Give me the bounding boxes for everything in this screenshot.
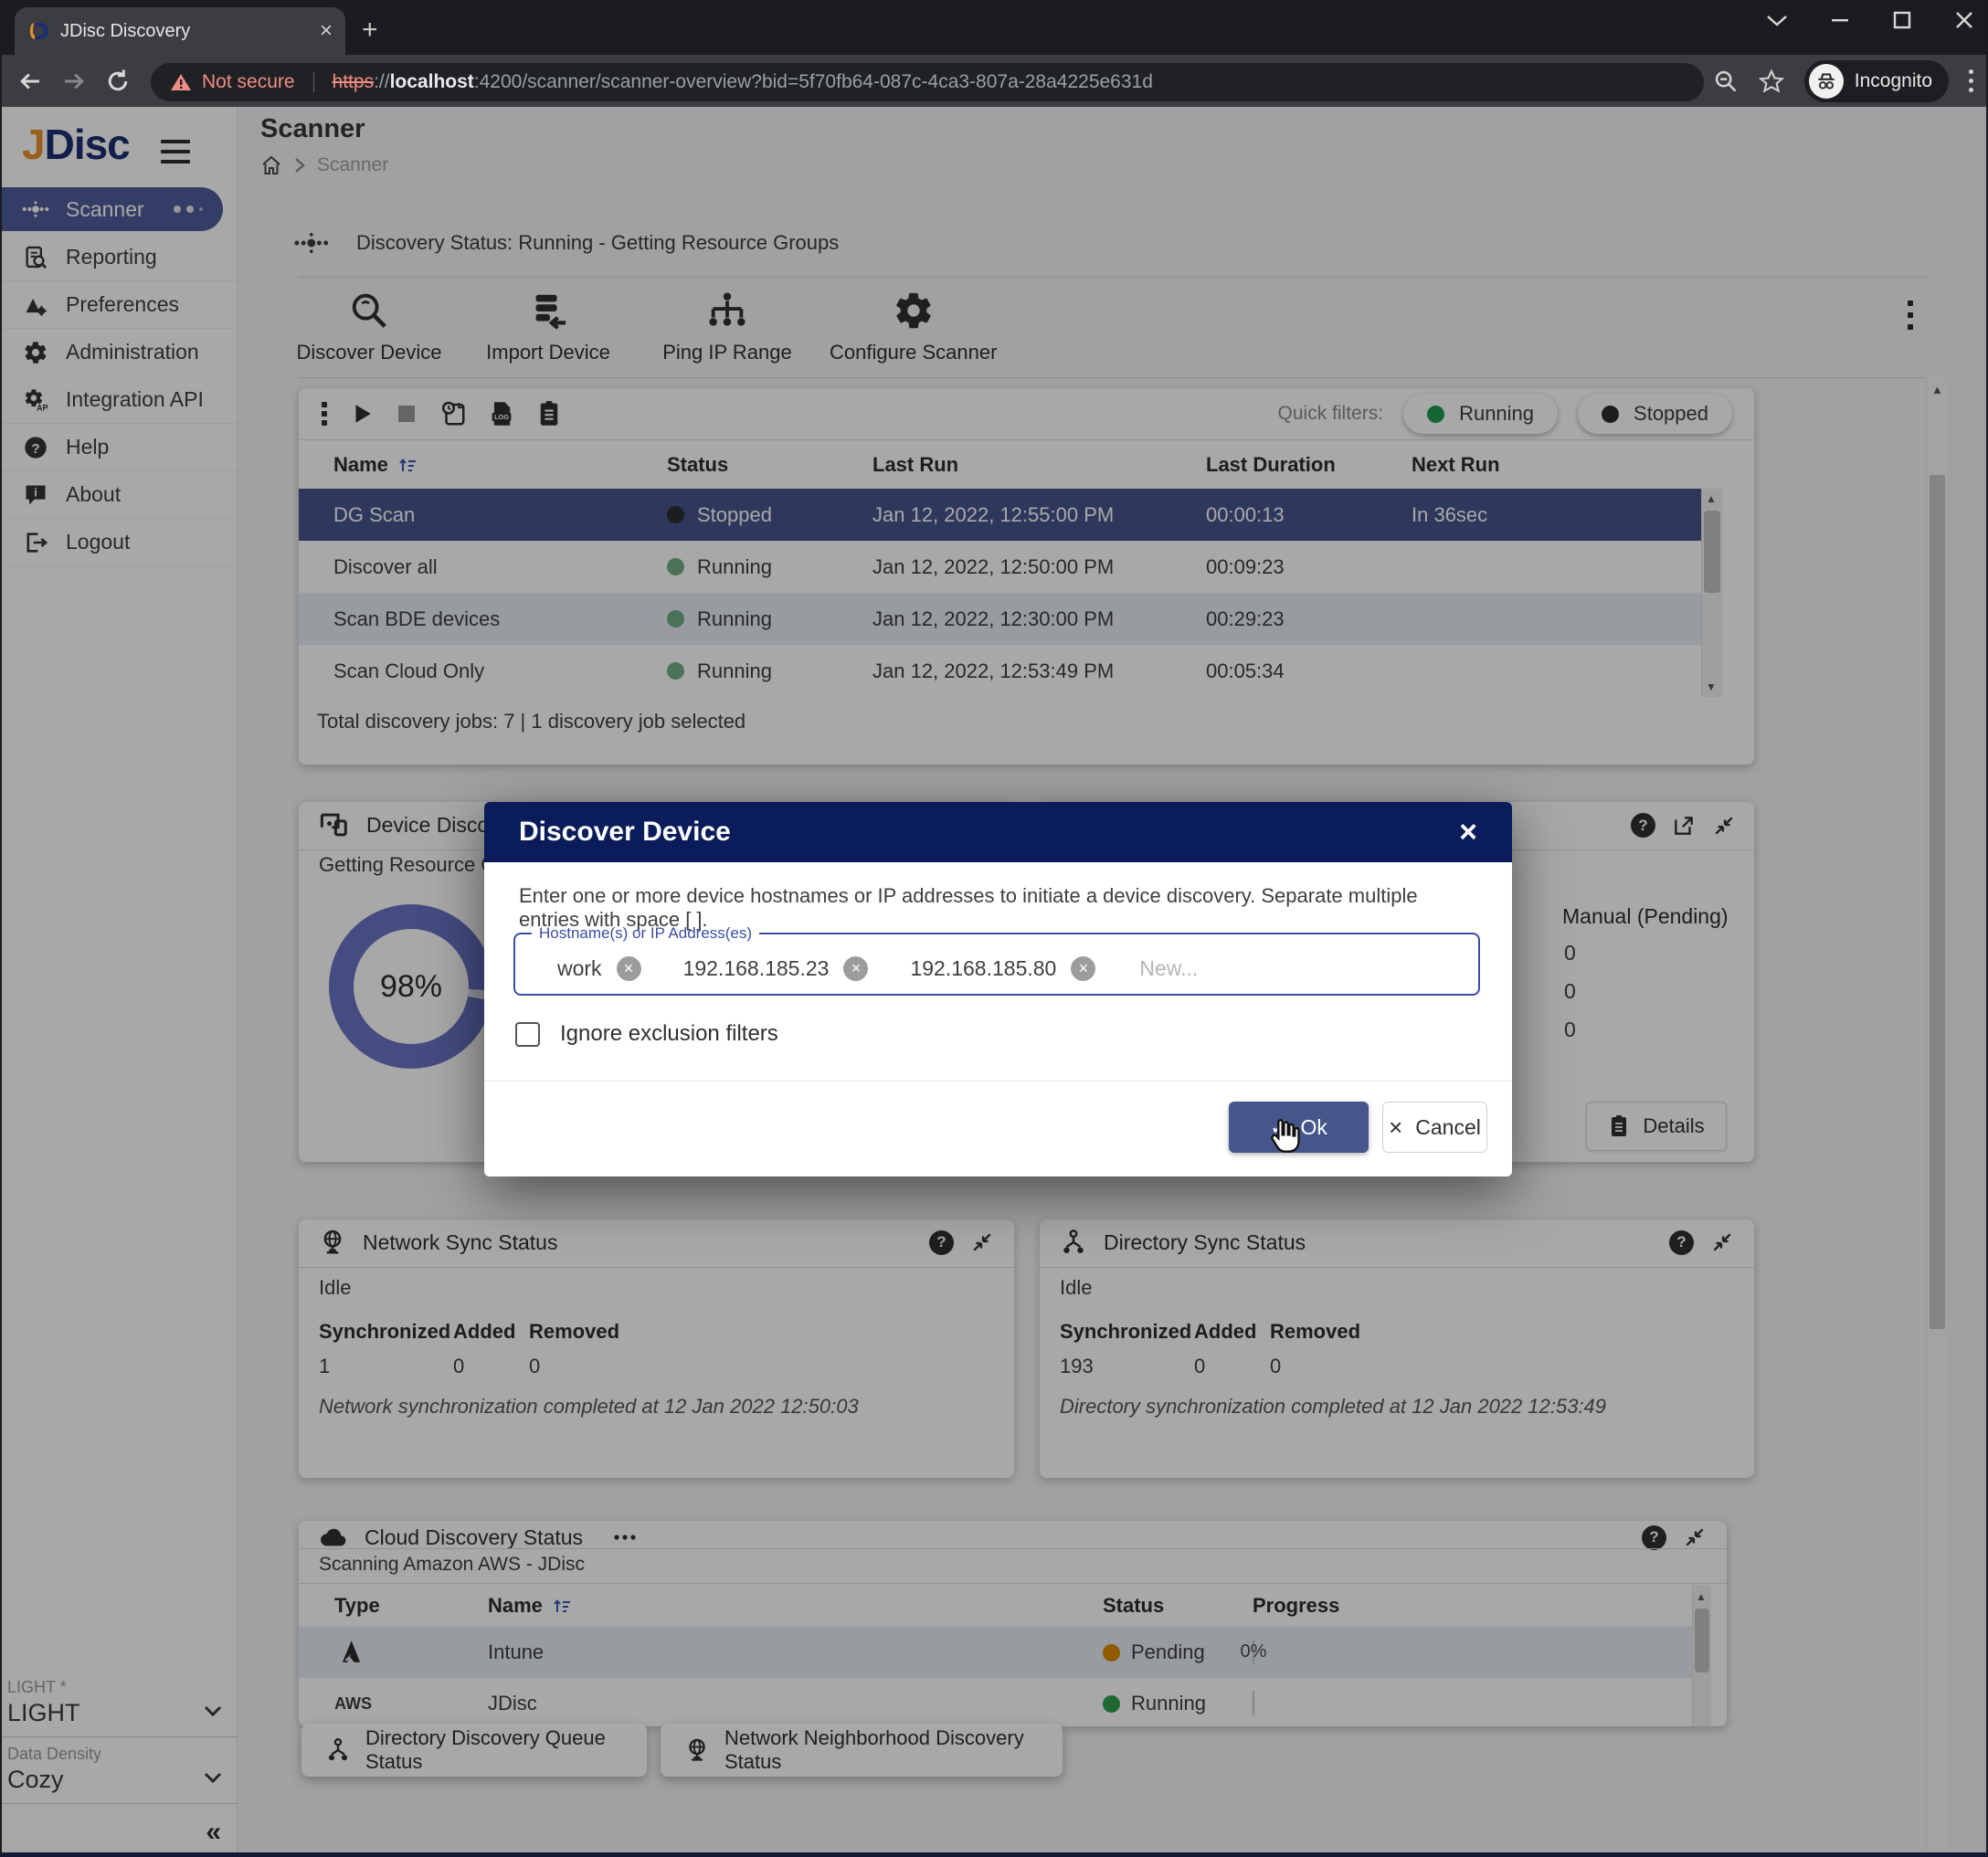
browser-menu-icon[interactable] [1969,69,1973,92]
zoom-icon[interactable] [1713,69,1739,94]
tab-strip: JDisc Discovery × + [0,0,1988,55]
back-icon[interactable] [16,68,44,95]
url-bar[interactable]: Not secure https://localhost:4200/scanne… [151,63,1704,101]
hostname-chip[interactable]: work × [557,956,641,981]
url-divider [313,72,314,92]
tab-close-icon[interactable]: × [320,18,333,44]
ignore-filters-row: Ignore exclusion filters [515,1021,778,1047]
window-chevron-icon[interactable] [1765,13,1789,27]
browser-tab[interactable]: JDisc Discovery × [15,7,345,55]
browser-toolbar: Not secure https://localhost:4200/scanne… [0,55,1988,107]
bookmark-star-icon[interactable] [1759,69,1784,94]
tab-title: JDisc Discovery [60,21,309,42]
new-hostname-input[interactable] [1137,955,1342,982]
incognito-badge[interactable]: Incognito [1804,60,1949,102]
dialog-header: Discover Device × [484,802,1512,862]
x-icon: × [1389,1113,1402,1142]
ignore-filters-checkbox[interactable] [515,1022,540,1047]
incognito-icon [1809,64,1844,99]
window-close-icon[interactable] [1953,9,1975,31]
remove-chip-icon[interactable]: × [843,956,868,981]
cancel-button[interactable]: × Cancel [1382,1102,1487,1153]
incognito-label: Incognito [1855,70,1932,92]
hostnames-field[interactable]: Hostname(s) or IP Address(es) work × 192… [513,924,1480,996]
hostname-chip[interactable]: 192.168.185.23 × [683,956,869,981]
remove-chip-icon[interactable]: × [617,956,641,981]
hostname-chip[interactable]: 192.168.185.80 × [910,956,1095,981]
favicon-jdisc [27,20,49,42]
not-secure-warning-icon[interactable] [169,71,193,93]
hostname-chips: work × 192.168.185.23 × 192.168.185.80 × [557,955,1342,982]
remove-chip-icon[interactable]: × [1071,956,1095,981]
hostnames-field-label: Hostname(s) or IP Address(es) [532,924,759,943]
discover-device-dialog: Discover Device × Enter one or more devi… [484,802,1512,1176]
window-minimize-icon[interactable] [1829,9,1851,31]
ignore-filters-label: Ignore exclusion filters [560,1021,778,1047]
browser-chrome: JDisc Discovery × + Not secure https://l… [0,0,1988,107]
close-icon[interactable]: × [1459,817,1477,848]
url-text: https://localhost:4200/scanner/scanner-o… [333,71,1153,93]
reload-icon[interactable] [104,68,132,95]
not-secure-label: Not secure [202,71,295,93]
forward-icon[interactable] [60,68,88,95]
new-tab-button[interactable]: + [362,15,378,46]
mouse-cursor [1265,1116,1306,1160]
window-maximize-icon[interactable] [1891,9,1913,31]
dialog-title: Discover Device [519,817,1459,848]
